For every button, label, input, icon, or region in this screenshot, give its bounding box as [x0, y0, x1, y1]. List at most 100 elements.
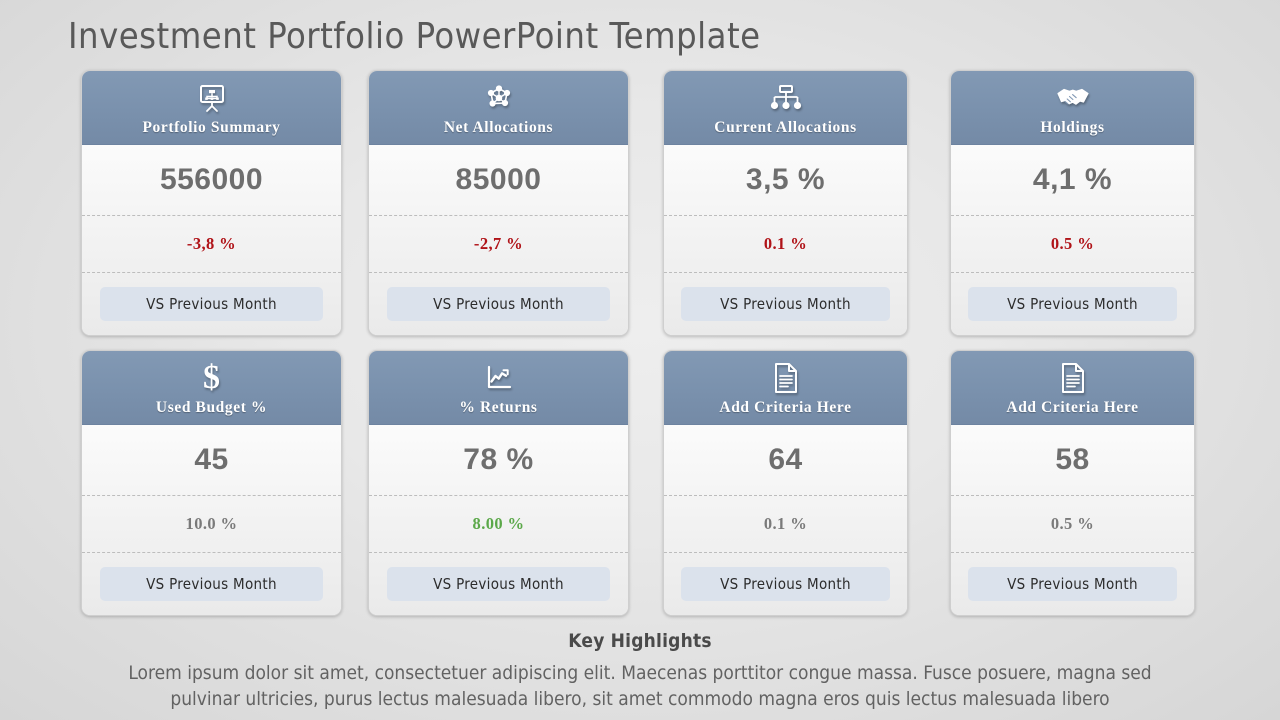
metric-delta-value: 0.1 % [763, 514, 808, 533]
metric-value: 3,5 % [745, 163, 826, 196]
metric-card-body: 64 0.1 % VS Previous Month [664, 425, 907, 615]
metric-button-row: VS Previous Month [369, 553, 628, 615]
metric-card-body: 85000 -2,7 % VS Previous Month [369, 145, 628, 335]
metric-card[interactable]: Add Criteria Here 58 0.5 % VS Previous Mont… [950, 350, 1195, 616]
metric-delta-value: 0.5 % [1050, 234, 1095, 253]
metric-delta-row: 0.1 % [664, 215, 907, 273]
metric-card-header: Add Criteria Here [951, 351, 1194, 425]
metric-button-row: VS Previous Month [369, 273, 628, 335]
metric-delta-value: -2,7 % [473, 234, 524, 253]
metric-value-row: 3,5 % [664, 145, 907, 215]
metric-value: 45 [194, 443, 229, 476]
metric-card-header: $ Used Budget % [82, 351, 341, 425]
metric-card[interactable]: Portfolio Summary 556000 -3,8 % VS Previous… [81, 70, 342, 336]
metric-card-header: Portfolio Summary [82, 71, 341, 145]
metric-value-row: 85000 [369, 145, 628, 215]
dollar-sign-icon: $ [203, 359, 220, 396]
metric-card-slot: Portfolio Summary 556000 -3,8 % VS Previous… [68, 70, 355, 336]
page-title: Investment Portfolio PowerPoint Template [68, 16, 761, 57]
metric-card[interactable]: % Returns 78 % 8.00 % VS Previous Month [368, 350, 629, 616]
metric-card-slot: Add Criteria Here 64 0.1 % VS Previous Mont… [642, 350, 929, 616]
metric-value-row: 45 [82, 425, 341, 495]
vs-previous-month-button[interactable]: VS Previous Month [968, 287, 1177, 321]
metric-delta-row: 0.5 % [951, 495, 1194, 553]
metric-card-header: Add Criteria Here [664, 351, 907, 425]
metric-card-slot: Current Allocations 3,5 % 0.1 % VS Previous… [642, 70, 929, 336]
metric-delta-row: 0.1 % [664, 495, 907, 553]
metric-value: 78 % [463, 443, 534, 476]
metric-value-row: 556000 [82, 145, 341, 215]
metric-card-row: Portfolio Summary 556000 -3,8 % VS Previous… [68, 70, 1218, 336]
metric-delta-value: -3,8 % [186, 234, 237, 253]
metric-card-title: % Returns [459, 399, 538, 416]
footer-title: Key Highlights [568, 630, 712, 652]
metric-button-row: VS Previous Month [951, 553, 1194, 615]
metric-card[interactable]: Current Allocations 3,5 % 0.1 % VS Previous… [663, 70, 908, 336]
document-icon [951, 360, 1194, 396]
metric-button-row: VS Previous Month [82, 273, 341, 335]
metric-card-body: 78 % 8.00 % VS Previous Month [369, 425, 628, 615]
handshake-icon [951, 80, 1194, 116]
vs-previous-month-button[interactable]: VS Previous Month [100, 287, 323, 321]
metric-card[interactable]: Net Allocations 85000 -2,7 % VS Previous Mo… [368, 70, 629, 336]
metric-delta-value: 0.5 % [1050, 514, 1095, 533]
metric-card-body: 45 10.0 % VS Previous Month [82, 425, 341, 615]
org-chart-icon [664, 80, 907, 116]
metric-value-row: 4,1 % [951, 145, 1194, 215]
metric-card[interactable]: Add Criteria Here 64 0.1 % VS Previous Mont… [663, 350, 908, 616]
metric-value: 85000 [455, 163, 542, 196]
metric-card-header: % Returns [369, 351, 628, 425]
metric-delta-row: -2,7 % [369, 215, 628, 273]
vs-previous-month-button[interactable]: VS Previous Month [387, 567, 610, 601]
metric-value: 556000 [159, 163, 264, 196]
metric-card[interactable]: Holdings 4,1 % 0.5 % VS Previous Month [950, 70, 1195, 336]
metric-button-row: VS Previous Month [664, 273, 907, 335]
vs-previous-month-button[interactable]: VS Previous Month [387, 287, 610, 321]
footer-section: Key Highlights Lorem ipsum dolor sit ame… [0, 630, 1280, 712]
metric-card-title: Used Budget % [155, 399, 268, 416]
metric-value: 4,1 % [1032, 163, 1113, 196]
metric-delta-value: 8.00 % [472, 514, 525, 533]
metric-delta-row: 0.5 % [951, 215, 1194, 273]
vs-previous-month-button[interactable]: VS Previous Month [968, 567, 1177, 601]
vs-previous-month-button[interactable]: VS Previous Month [100, 567, 323, 601]
vs-previous-month-button[interactable]: VS Previous Month [681, 567, 890, 601]
metric-card-header: Current Allocations [664, 71, 907, 145]
metric-card-title: Add Criteria Here [1006, 399, 1139, 416]
metric-button-row: VS Previous Month [951, 273, 1194, 335]
line-chart-icon [369, 360, 628, 396]
metric-delta-row: 10.0 % [82, 495, 341, 553]
metric-card-body: 58 0.5 % VS Previous Month [951, 425, 1194, 615]
metric-card-title: Portfolio Summary [142, 119, 281, 136]
metric-button-row: VS Previous Month [82, 553, 341, 615]
footer-body-text: Lorem ipsum dolor sit amet, consectetuer… [128, 662, 1152, 710]
metric-button-row: VS Previous Month [664, 553, 907, 615]
metric-card-slot: Add Criteria Here 58 0.5 % VS Previous Mont… [929, 350, 1216, 616]
metric-value: 64 [768, 443, 803, 476]
document-icon [664, 360, 907, 396]
metric-value: 58 [1055, 443, 1090, 476]
metric-card[interactable]: $ Used Budget % 45 10.0 % VS Previous Month [81, 350, 342, 616]
metric-card-grid: Portfolio Summary 556000 -3,8 % VS Previous… [68, 70, 1218, 630]
metric-value-row: 78 % [369, 425, 628, 495]
network-nodes-icon [369, 80, 628, 116]
presentation-board-icon [82, 80, 341, 116]
metric-card-slot: Holdings 4,1 % 0.5 % VS Previous Month [929, 70, 1216, 336]
metric-card-title: Current Allocations [714, 119, 857, 136]
metric-delta-value: 10.0 % [185, 514, 238, 533]
metric-delta-row: 8.00 % [369, 495, 628, 553]
metric-card-body: 4,1 % 0.5 % VS Previous Month [951, 145, 1194, 335]
metric-value-row: 64 [664, 425, 907, 495]
metric-card-header: Net Allocations [369, 71, 628, 145]
metric-card-header: Holdings [951, 71, 1194, 145]
metric-card-body: 556000 -3,8 % VS Previous Month [82, 145, 341, 335]
metric-card-row: $ Used Budget % 45 10.0 % VS Previous Month … [68, 350, 1218, 616]
metric-card-slot: % Returns 78 % 8.00 % VS Previous Month [355, 350, 642, 616]
metric-value-row: 58 [951, 425, 1194, 495]
metric-delta-value: 0.1 % [763, 234, 808, 253]
metric-card-slot: Net Allocations 85000 -2,7 % VS Previous Mo… [355, 70, 642, 336]
metric-card-title: Add Criteria Here [719, 399, 852, 416]
metric-card-title: Holdings [1040, 119, 1105, 136]
vs-previous-month-button[interactable]: VS Previous Month [681, 287, 890, 321]
metric-card-body: 3,5 % 0.1 % VS Previous Month [664, 145, 907, 335]
